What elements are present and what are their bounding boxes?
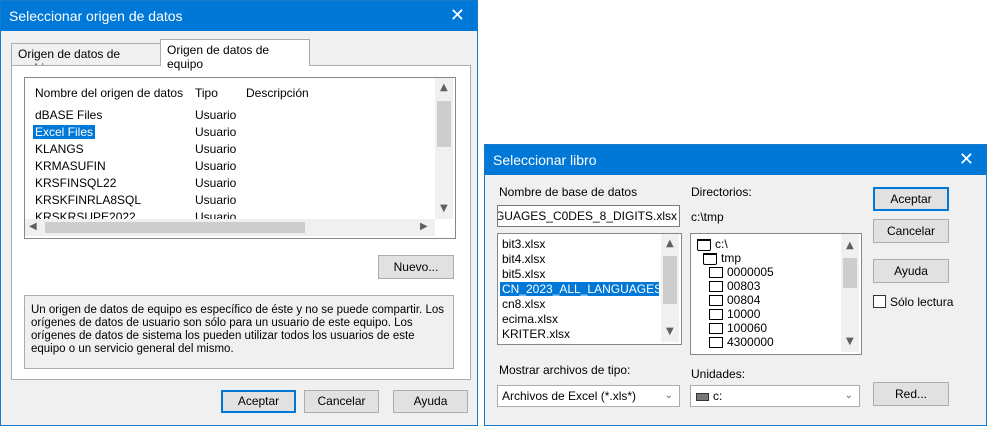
dsn-row-name[interactable]: KRSKFINRLA8SQL xyxy=(33,193,143,207)
file-list-item[interactable]: CN_2023_ALL_LANGUAGES xyxy=(500,282,659,296)
cancel-button[interactable]: Cancelar xyxy=(873,219,949,243)
column-header-description[interactable]: Descripción xyxy=(246,86,309,100)
scroll-left-icon[interactable]: ◀ xyxy=(29,221,37,232)
directory-item[interactable]: 00804 xyxy=(727,293,760,307)
directory-item[interactable]: tmp xyxy=(721,251,741,265)
scroll-up-icon[interactable]: ▲ xyxy=(666,238,674,249)
scroll-up-icon[interactable]: ▲ xyxy=(440,82,448,93)
folder-icon xyxy=(709,281,723,292)
drive-select[interactable]: c: ⌄ xyxy=(690,385,860,407)
scroll-thumb[interactable] xyxy=(437,101,451,147)
directory-item[interactable]: 100060 xyxy=(727,321,767,335)
folder-icon xyxy=(709,337,723,348)
dsn-row-name[interactable]: KLANGS xyxy=(33,142,86,156)
help-button[interactable]: Ayuda xyxy=(393,390,468,413)
dsn-row-type[interactable]: Usuario xyxy=(195,108,236,122)
directory-list[interactable]: c:\ tmp 0000005 00803 00804 10000 100060 430000… xyxy=(690,233,862,355)
readonly-checkbox[interactable] xyxy=(873,295,886,308)
folder-icon xyxy=(709,309,723,320)
tab-panel: Nombre del origen de datos Tipo Descripc… xyxy=(11,65,471,380)
column-header-type[interactable]: Tipo xyxy=(195,86,218,100)
ok-button[interactable]: Aceptar xyxy=(221,390,296,413)
dsn-dialog: Seleccionar origen de datos ✕ Origen de … xyxy=(0,0,478,426)
dsn-row-type[interactable]: Usuario xyxy=(195,142,236,156)
dir-list-scrollbar[interactable]: ▲ ▼ xyxy=(841,234,859,352)
dsn-row-name[interactable]: KRSFINSQL22 xyxy=(33,176,118,190)
scroll-down-icon[interactable]: ▼ xyxy=(846,336,854,347)
directories-label: Directorios: xyxy=(691,185,752,199)
file-list-item[interactable]: KRITER.xlsx xyxy=(500,327,659,341)
close-icon[interactable]: ✕ xyxy=(959,149,974,170)
hscroll-thumb[interactable] xyxy=(45,222,305,233)
horizontal-scrollbar[interactable]: ◀ ▶ xyxy=(25,219,435,236)
dsn-row-type[interactable]: Usuario xyxy=(195,159,236,173)
file-list-item[interactable]: bit4.xlsx xyxy=(500,252,659,266)
cancel-button[interactable]: Cancelar xyxy=(304,390,379,413)
directory-item[interactable]: 4300000 xyxy=(727,335,774,349)
network-button[interactable]: Red... xyxy=(873,382,949,406)
file-scroll-thumb[interactable] xyxy=(663,256,677,304)
scroll-down-icon[interactable]: ▼ xyxy=(666,326,674,337)
scroll-right-icon[interactable]: ▶ xyxy=(420,221,428,232)
filetype-select[interactable]: Archivos de Excel (*.xls*) ⌄ xyxy=(497,385,680,407)
ok-button[interactable]: Aceptar xyxy=(873,187,949,211)
drive-value: c: xyxy=(713,389,723,403)
dsn-row-type[interactable]: Usuario xyxy=(195,176,236,190)
tab-machine-dsn[interactable]: Origen de datos de equipo xyxy=(160,39,310,71)
dsn-titlebar: Seleccionar origen de datos ✕ xyxy=(1,1,477,31)
book-dialog: Seleccionar libro ✕ Nombre de base de da… xyxy=(484,144,987,426)
dir-scroll-thumb[interactable] xyxy=(843,258,857,288)
book-dialog-title: Seleccionar libro xyxy=(493,152,597,168)
file-list-item[interactable]: ecima.xlsx xyxy=(500,312,659,326)
dsn-row-name[interactable]: dBASE Files xyxy=(33,108,104,122)
filetype-value: Archivos de Excel (*.xls*) xyxy=(502,389,637,403)
directory-item[interactable]: c:\ xyxy=(715,237,728,251)
dsn-row-name[interactable]: KRMASUFIN xyxy=(33,159,108,173)
dsn-row-type[interactable]: Usuario xyxy=(195,125,236,139)
dsn-row-name[interactable]: Excel Files xyxy=(33,125,96,139)
current-directory: c:\tmp xyxy=(691,210,724,224)
readonly-label[interactable]: Sólo lectura xyxy=(890,295,953,309)
file-list-item[interactable]: bit3.xlsx xyxy=(500,237,659,251)
drives-label: Unidades: xyxy=(691,367,746,381)
scroll-up-icon[interactable]: ▲ xyxy=(846,240,854,251)
directory-item[interactable]: 00803 xyxy=(727,279,760,293)
book-titlebar: Seleccionar libro ✕ xyxy=(485,145,986,175)
file-list-scrollbar[interactable]: ▲ ▼ xyxy=(661,234,679,342)
db-name-input[interactable]: GUAGES_C0DES_8_DIGITS.xlsx xyxy=(497,205,680,227)
new-dsn-button[interactable]: Nuevo... xyxy=(378,255,454,279)
description-box: Un origen de datos de equipo es específi… xyxy=(24,295,454,369)
vertical-scrollbar[interactable]: ▲ ▼ xyxy=(435,78,453,219)
help-button[interactable]: Ayuda xyxy=(873,259,949,283)
file-list-item[interactable]: bit5.xlsx xyxy=(500,267,659,281)
directory-item[interactable]: 10000 xyxy=(727,307,760,321)
file-list[interactable]: bit3.xlsx bit4.xlsx bit5.xlsx CN_2023_ALL_L… xyxy=(497,233,682,345)
open-folder-icon xyxy=(697,239,711,251)
folder-icon xyxy=(709,295,723,306)
tab-file-dsn[interactable]: Origen de datos de archivo xyxy=(11,43,161,75)
db-name-label: Nombre de base de datos xyxy=(499,185,638,199)
drive-icon xyxy=(696,393,709,401)
close-icon[interactable]: ✕ xyxy=(450,5,465,26)
chevron-down-icon[interactable]: ⌄ xyxy=(845,390,853,401)
file-list-item[interactable]: cn8.xlsx xyxy=(500,297,659,311)
dsn-row-type[interactable]: Usuario xyxy=(195,193,236,207)
filetype-label: Mostrar archivos de tipo: xyxy=(499,363,631,377)
column-header-name[interactable]: Nombre del origen de datos xyxy=(35,86,183,100)
open-folder-icon xyxy=(703,253,717,265)
description-text: Un origen de datos de equipo es específi… xyxy=(31,304,444,355)
db-name-value: GUAGES_C0DES_8_DIGITS.xlsx xyxy=(497,209,677,223)
directory-item[interactable]: 0000005 xyxy=(727,265,774,279)
folder-icon xyxy=(709,267,723,278)
scroll-down-icon[interactable]: ▼ xyxy=(440,203,448,214)
chevron-down-icon[interactable]: ⌄ xyxy=(665,390,673,401)
dsn-list[interactable]: Nombre del origen de datos Tipo Descripc… xyxy=(24,77,456,239)
folder-icon xyxy=(709,323,723,334)
dsn-dialog-title: Seleccionar origen de datos xyxy=(9,8,183,24)
